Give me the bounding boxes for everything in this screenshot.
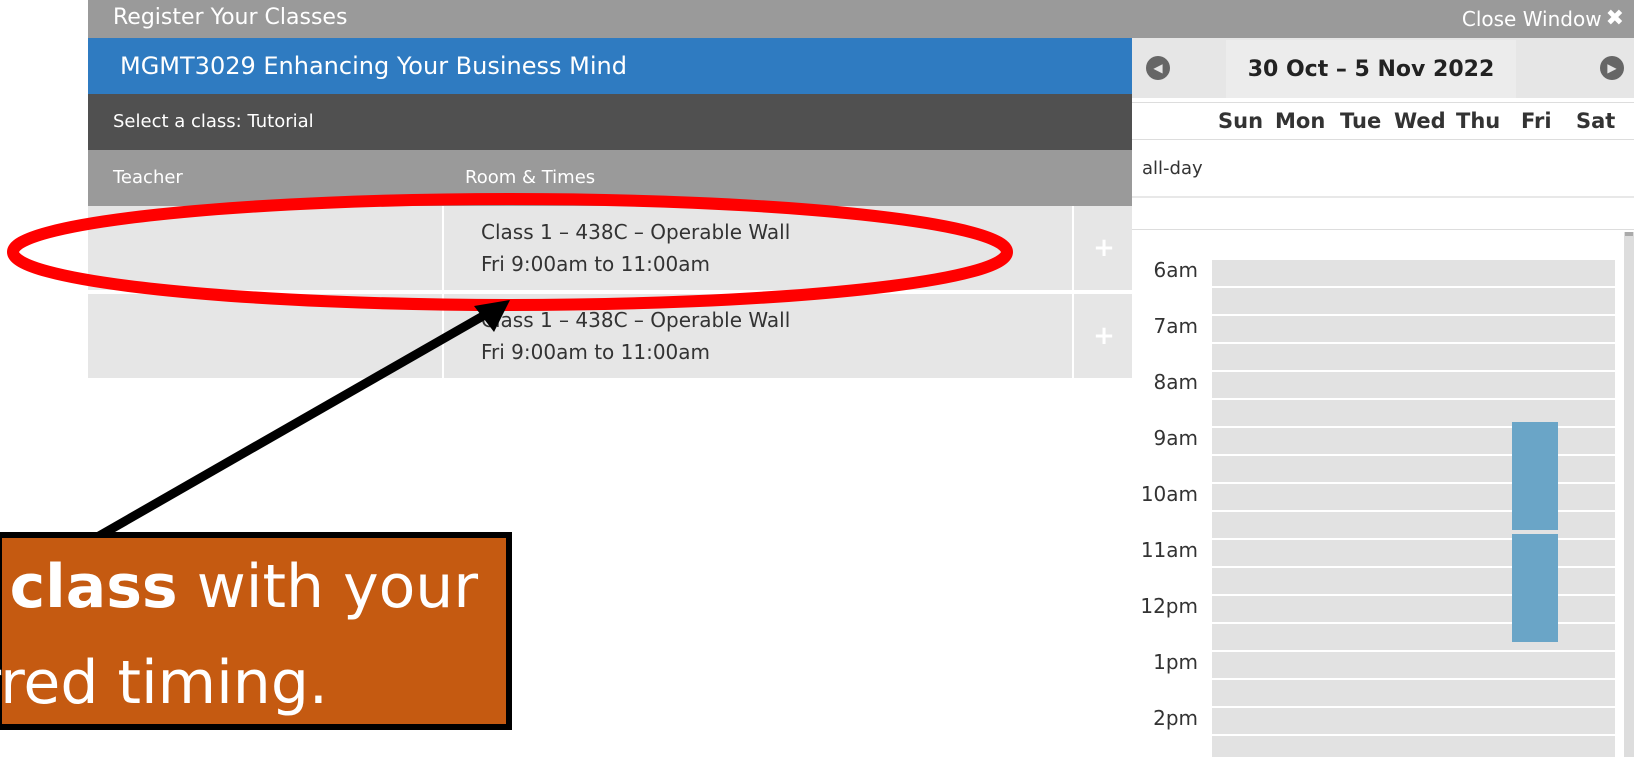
highlight-ellipse [7, 193, 1013, 311]
callout-rest-text: with your [177, 552, 478, 622]
instruction-callout: e class with your rred timing. [0, 532, 512, 730]
callout-line-1: e class with your [0, 552, 478, 622]
callout-line-2: rred timing. [0, 648, 328, 718]
callout-arrow [89, 308, 493, 544]
screen: Register Your Classes Close Window ✖ MGM… [0, 0, 1634, 757]
callout-bold-text: e class [0, 552, 178, 622]
